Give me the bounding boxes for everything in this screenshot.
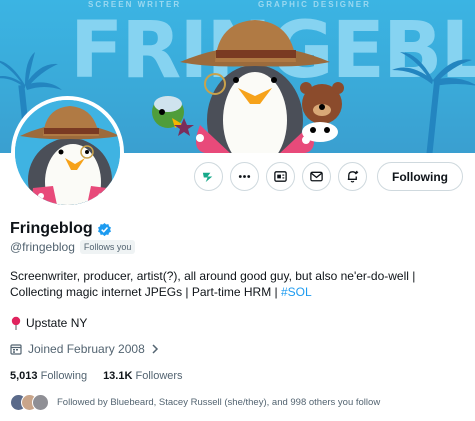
following-stat[interactable]: 5,013 Following <box>10 370 87 382</box>
message-button[interactable] <box>302 162 331 191</box>
following-count: 5,013 <box>10 370 38 382</box>
location-pin-icon <box>11 316 21 330</box>
followers-count: 13.1K <box>103 370 133 382</box>
followed-by-row[interactable]: Followed by Bluebeard, Stacey Russell (s… <box>10 394 380 411</box>
more-button[interactable] <box>230 162 259 191</box>
mail-icon <box>310 171 323 182</box>
notifications-button[interactable] <box>338 162 367 191</box>
followed-by-text: Followed by Bluebeard, Stacey Russell (s… <box>57 397 381 408</box>
newsletter-icon <box>274 171 287 182</box>
verified-badge-icon[interactable] <box>97 222 112 237</box>
name-row: Fringeblog <box>10 220 112 238</box>
handle-row: @fringeblog Follows you <box>10 240 136 254</box>
chevron-right-icon <box>152 344 158 354</box>
bio-line-1: Screenwriter, producer, artist(?), all a… <box>10 269 416 283</box>
profile-avatar[interactable] <box>11 96 124 209</box>
joined-row[interactable]: Joined February 2008 <box>10 342 159 356</box>
mutual-avatars <box>10 394 49 411</box>
more-dots-icon <box>238 175 251 178</box>
calendar-icon <box>10 344 22 355</box>
tip-icon <box>202 172 213 183</box>
following-label: Following <box>40 370 88 382</box>
bio-line-2-text: Collecting magic internet JPEGs | Part-t… <box>10 285 281 299</box>
bio-line-2: Collecting magic internet JPEGs | Part-t… <box>10 284 465 300</box>
profile-actions: Following <box>194 162 463 191</box>
following-button[interactable]: Following <box>377 162 463 191</box>
avatar <box>32 394 49 411</box>
tip-button[interactable] <box>194 162 223 191</box>
location-text: Upstate NY <box>26 316 88 330</box>
bio-hashtag-link[interactable]: #SOL <box>281 285 312 299</box>
bear-icon <box>300 82 344 142</box>
palm-tree-right-icon <box>392 52 475 153</box>
followers-stat[interactable]: 13.1K Followers <box>103 370 183 382</box>
handle: @fringeblog <box>10 240 75 254</box>
newsletter-button[interactable] <box>266 162 295 191</box>
location-row: Upstate NY <box>10 316 87 330</box>
bio: Screenwriter, producer, artist(?), all a… <box>10 268 465 300</box>
display-name: Fringeblog <box>10 220 93 237</box>
joined-text: Joined February 2008 <box>28 342 145 356</box>
followers-label: Followers <box>135 370 183 382</box>
penguin-avatar-icon <box>15 100 120 205</box>
parrot-icon <box>152 96 184 128</box>
follows-you-badge: Follows you <box>79 240 136 254</box>
follow-stats: 5,013 Following 13.1K Followers <box>10 370 183 382</box>
bell-plus-icon <box>347 170 359 183</box>
